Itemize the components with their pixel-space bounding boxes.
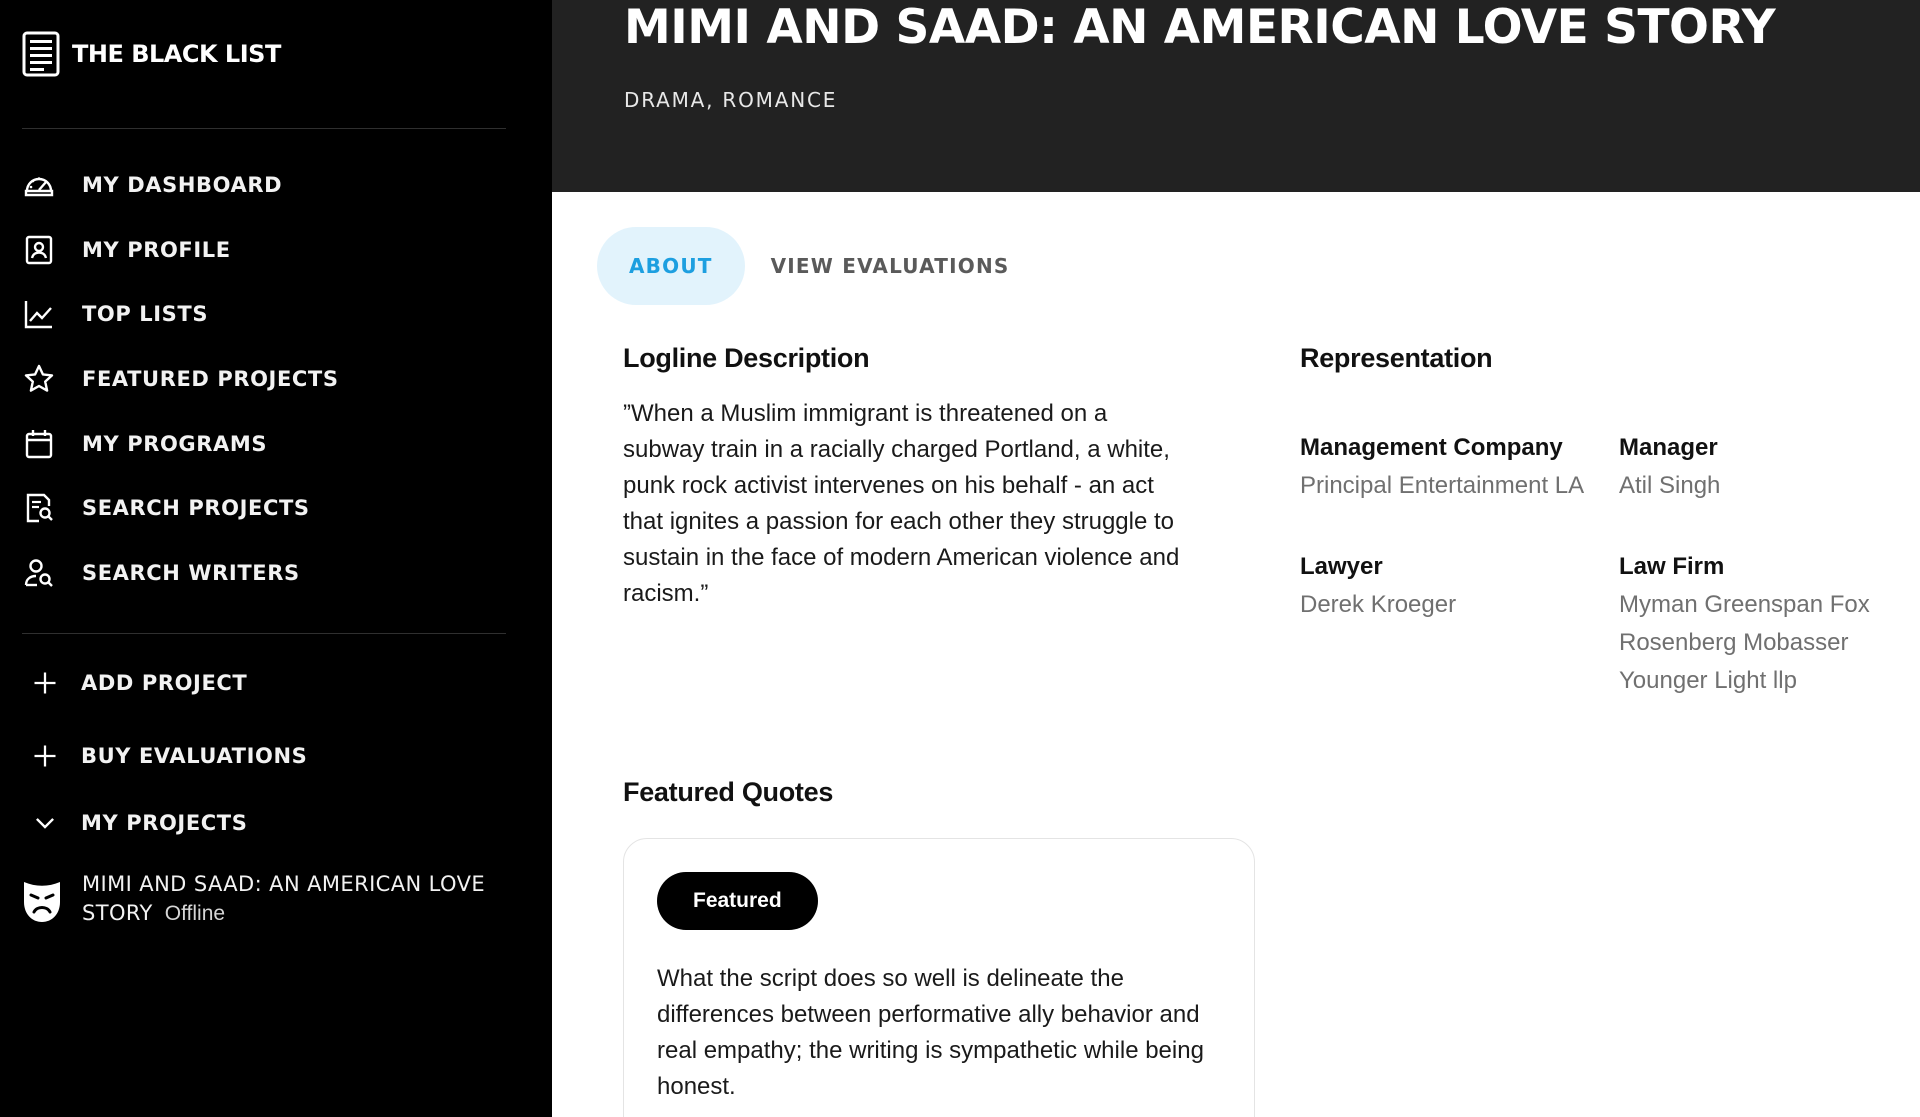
document-search-icon (22, 491, 56, 525)
sidebar-item-label: SEARCH WRITERS (82, 561, 300, 585)
user-search-icon (22, 556, 56, 590)
plus-icon (28, 666, 62, 700)
management-company-value: Principal Entertainment LA (1300, 472, 1585, 499)
script-pages-icon (22, 31, 60, 77)
sidebar-divider (22, 633, 506, 634)
sidebar-item-label: TOP LISTS (82, 302, 209, 326)
law-firm-value: Myman Greenspan Fox Rosenberg Mobasser Y… (1619, 591, 1870, 694)
sidebar-divider (22, 128, 506, 129)
calendar-icon (22, 427, 56, 461)
lawyer-label: Lawyer (1300, 553, 1383, 580)
plus-icon (28, 739, 62, 773)
app-logo[interactable]: THE BLACK LIST (22, 30, 281, 78)
buy-evaluations-label: BUY EVALUATIONS (81, 744, 308, 768)
sidebar-item-label: FEATURED PROJECTS (82, 367, 339, 391)
law-firm-label: Law Firm (1619, 553, 1725, 580)
sidebar-item-label: MY PROFILE (82, 238, 231, 262)
sidebar-project-title: MIMI AND SAAD: AN AMERICAN LOVE STORY Off… (82, 870, 512, 928)
line-chart-icon (22, 297, 56, 331)
star-icon (22, 362, 56, 396)
page-title: MIMI AND SAAD: AN AMERICAN LOVE STORY (624, 0, 1776, 55)
manager-label: Manager (1619, 434, 1718, 461)
sidebar-item-my-profile[interactable]: MY PROFILE (22, 230, 522, 270)
tab-about[interactable]: ABOUT (597, 227, 745, 305)
drama-mask-icon (22, 878, 62, 924)
logline-text: ”When a Muslim immigrant is threatened o… (623, 400, 1180, 607)
quote-card: Featured What the script does so well is… (623, 838, 1255, 1117)
add-project-label: ADD PROJECT (81, 671, 248, 695)
manager-value: Atil Singh (1619, 472, 1721, 499)
project-title-text: MIMI AND SAAD: AN AMERICAN LOVE STORY (82, 872, 486, 925)
tab-bar: ABOUT VIEW EVALUATIONS (597, 227, 1042, 305)
genre-label: DRAMA, ROMANCE (624, 88, 838, 112)
quote-text: What the script does so well is delineat… (657, 965, 1204, 1100)
management-company-label: Management Company (1300, 434, 1563, 461)
sidebar-item-my-programs[interactable]: MY PROGRAMS (22, 424, 522, 464)
chevron-down-icon (28, 806, 62, 840)
sidebar-item-label: MY DASHBOARD (82, 173, 283, 197)
sidebar-item-label: SEARCH PROJECTS (82, 496, 310, 520)
buy-evaluations-button[interactable]: BUY EVALUATIONS (22, 736, 522, 776)
project-header: MIMI AND SAAD: AN AMERICAN LOVE STORY DR… (552, 0, 1920, 192)
sidebar-item-my-dashboard[interactable]: MY DASHBOARD (22, 165, 522, 205)
sidebar-item-top-lists[interactable]: TOP LISTS (22, 294, 522, 334)
app-name: THE BLACK LIST (72, 40, 281, 68)
profile-card-icon (22, 233, 56, 267)
project-status: Offline (164, 902, 226, 925)
representation-heading: Representation (1300, 343, 1493, 373)
logline-heading: Logline Description (623, 343, 870, 373)
sidebar-item-label: MY PROGRAMS (82, 432, 268, 456)
sidebar: THE BLACK LIST MY DASHBOARD MY PROFILE T… (0, 0, 552, 1117)
dashboard-gauge-icon (22, 168, 56, 202)
my-projects-label: MY PROJECTS (81, 811, 248, 835)
my-projects-toggle[interactable]: MY PROJECTS (22, 803, 522, 843)
featured-badge: Featured (657, 872, 818, 930)
sidebar-project-item[interactable]: MIMI AND SAAD: AN AMERICAN LOVE STORY Off… (22, 870, 522, 940)
tab-view-evaluations[interactable]: VIEW EVALUATIONS (745, 227, 1042, 305)
sidebar-item-featured-projects[interactable]: FEATURED PROJECTS (22, 359, 522, 399)
featured-quotes-heading: Featured Quotes (623, 777, 834, 807)
add-project-button[interactable]: ADD PROJECT (22, 663, 522, 703)
lawyer-value: Derek Kroeger (1300, 591, 1457, 618)
sidebar-item-search-writers[interactable]: SEARCH WRITERS (22, 553, 522, 593)
sidebar-item-search-projects[interactable]: SEARCH PROJECTS (22, 488, 522, 528)
